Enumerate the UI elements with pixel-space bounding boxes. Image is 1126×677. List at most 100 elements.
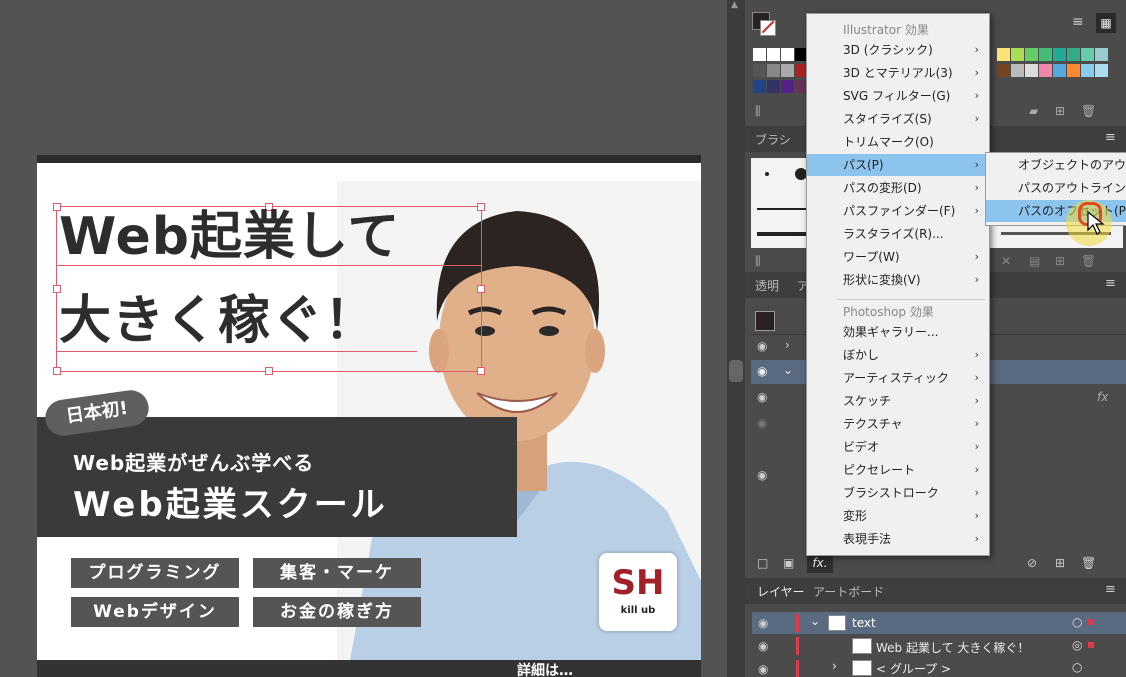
- add-fill-icon[interactable]: ▣: [783, 556, 794, 570]
- menu-item-illustrator-4[interactable]: トリムマーク(O): [807, 131, 989, 153]
- menu-item-illustrator-6[interactable]: パスの変形(D) ›: [807, 177, 989, 199]
- layer-row-text-object[interactable]: ◉ Web 起業して 大きく稼ぐ！ ◎: [752, 635, 1126, 657]
- resize-handle[interactable]: [265, 367, 273, 375]
- submenu-arrow-icon: ›: [974, 158, 979, 171]
- layer-row-group[interactable]: ◉ › < グループ > ○: [752, 658, 1126, 677]
- photoshop-effects-header: Photoshop 効果: [843, 305, 934, 319]
- submenu-arrow-icon: ›: [974, 509, 979, 522]
- menu-item-photoshop-7[interactable]: ブラシストローク ›: [807, 482, 989, 504]
- fill-stroke-indicator[interactable]: [752, 12, 776, 36]
- menu-item-photoshop-4[interactable]: テクスチャ ›: [807, 413, 989, 435]
- layer-thumbnail: [828, 615, 846, 631]
- new-folder-icon[interactable]: ▰: [1029, 104, 1038, 118]
- tab-transparency[interactable]: 透明: [755, 277, 779, 294]
- brush-library-icon[interactable]: ⫼: [755, 254, 761, 269]
- menu-item-illustrator-7[interactable]: パスファインダー(F) ›: [807, 200, 989, 222]
- grid-view-icon[interactable]: ▦: [1096, 13, 1116, 33]
- brush-options-icon[interactable]: ▤: [1029, 254, 1040, 268]
- chevron-down-icon[interactable]: ⌄: [810, 614, 820, 628]
- eye-icon[interactable]: ◉: [757, 390, 767, 404]
- eye-icon[interactable]: ◉: [757, 468, 767, 482]
- resize-handle[interactable]: [477, 203, 485, 211]
- menu-item-outline-object[interactable]: オブジェクトのアウトライン: [986, 154, 1126, 176]
- menu-item-photoshop-1[interactable]: ぼかし ›: [807, 344, 989, 366]
- menu-item-label: パスファインダー(F): [843, 204, 956, 218]
- menu-item-photoshop-0[interactable]: 効果ギャラリー...: [807, 321, 989, 343]
- eye-icon[interactable]: ◉: [757, 364, 767, 378]
- menu-item-illustrator-10[interactable]: 形状に変換(V) ›: [807, 269, 989, 291]
- delete-brush-icon[interactable]: 🗑: [1081, 254, 1096, 268]
- sh-logo: SH kill ub: [599, 553, 677, 631]
- panel-collapse-handle[interactable]: [729, 360, 743, 382]
- chevron-right-icon[interactable]: ›: [832, 659, 837, 673]
- target-circle-icon[interactable]: ○: [1072, 660, 1082, 674]
- resize-handle[interactable]: [53, 367, 61, 375]
- menu-item-photoshop-9[interactable]: 表現手法 ›: [807, 528, 989, 550]
- panel-menu-icon[interactable]: ≡: [1105, 276, 1116, 291]
- panel-menu-icon[interactable]: ≡: [1105, 130, 1116, 145]
- menu-item-illustrator-2[interactable]: SVG フィルター(G) ›: [807, 85, 989, 107]
- delete-swatch-icon[interactable]: 🗑: [1081, 104, 1096, 118]
- menu-item-photoshop-6[interactable]: ピクセレート ›: [807, 459, 989, 481]
- eye-icon[interactable]: ◉: [758, 639, 768, 653]
- new-brush-icon[interactable]: ⊞: [1055, 254, 1065, 268]
- artboard[interactable]: Web起業して 大きく稼ぐ！ Web起業がぜんぶ学べる Web起業スクール 日本…: [37, 155, 701, 677]
- menu-item-label: 変形: [843, 509, 868, 523]
- target-circle-icon[interactable]: ○: [1072, 615, 1082, 629]
- scroll-up-arrow[interactable]: ▲: [731, 0, 741, 10]
- layer-row-text[interactable]: ◉ ⌄ text ○: [752, 612, 1126, 634]
- menu-item-outline-stroke[interactable]: パスのアウトライン(S): [986, 177, 1126, 199]
- tab-brush[interactable]: ブラシ: [755, 131, 791, 148]
- eye-icon[interactable]: ◉: [758, 662, 768, 676]
- add-stroke-icon[interactable]: □: [757, 556, 768, 570]
- submenu-arrow-icon: ›: [974, 273, 979, 286]
- chevron-right-icon[interactable]: ›: [785, 338, 790, 352]
- selection-square[interactable]: [1088, 619, 1094, 625]
- layers-panel-header: レイヤー アートボード ≡: [745, 578, 1126, 604]
- headline-line-1[interactable]: Web起業して: [59, 211, 400, 263]
- menu-item-photoshop-3[interactable]: スケッチ ›: [807, 390, 989, 412]
- submenu-arrow-icon: ›: [974, 204, 979, 217]
- menu-item-label: ラスタライズ(R)...: [843, 227, 944, 241]
- panel-divider[interactable]: ▲: [727, 0, 745, 677]
- menu-item-photoshop-2[interactable]: アーティスティック ›: [807, 367, 989, 389]
- logo-letters: SH: [611, 563, 665, 603]
- menu-item-illustrator-5[interactable]: パス(P) ›: [807, 154, 989, 176]
- list-view-icon[interactable]: ≡: [1072, 14, 1090, 32]
- new-swatch-icon[interactable]: ⊞: [1055, 104, 1065, 118]
- document-canvas[interactable]: Web起業して 大きく稼ぐ！ Web起業がぜんぶ学べる Web起業スクール 日本…: [0, 0, 727, 677]
- eye-icon[interactable]: ◉: [758, 616, 768, 630]
- layer-name[interactable]: Web 起業して 大きく稼ぐ！: [876, 639, 1029, 656]
- remove-stroke-icon[interactable]: ✕: [1001, 254, 1011, 268]
- menu-item-illustrator-8[interactable]: ラスタライズ(R)...: [807, 223, 989, 245]
- eye-icon[interactable]: ◉: [757, 339, 767, 353]
- tag-chip: お金の稼ぎ方: [253, 597, 421, 627]
- layer-name[interactable]: < グループ >: [876, 660, 951, 677]
- headline-line-2[interactable]: 大きく稼ぐ！: [59, 295, 377, 347]
- menu-item-illustrator-9[interactable]: ワープ(W) ›: [807, 246, 989, 268]
- duplicate-item-icon[interactable]: ⊞: [1055, 556, 1065, 570]
- menu-item-photoshop-8[interactable]: 変形 ›: [807, 505, 989, 527]
- delete-item-icon[interactable]: 🗑: [1081, 556, 1096, 570]
- menu-item-label: ぼかし: [843, 348, 880, 362]
- swatch-library-icon[interactable]: ⫼: [755, 104, 761, 119]
- eye-icon[interactable]: ◉: [757, 416, 767, 430]
- menu-item-illustrator-0[interactable]: 3D (クラシック) ›: [807, 39, 989, 61]
- panel-menu-icon[interactable]: ≡: [1105, 582, 1116, 597]
- menu-item-label: 3D とマテリアル(3): [843, 66, 953, 80]
- chevron-down-icon[interactable]: ⌄: [783, 363, 793, 377]
- resize-handle[interactable]: [477, 367, 485, 375]
- menu-item-illustrator-3[interactable]: スタイライズ(S) ›: [807, 108, 989, 130]
- tab-artboards[interactable]: アートボード: [813, 583, 884, 600]
- menu-item-label: ブラシストローク: [843, 486, 939, 500]
- tab-layers[interactable]: レイヤー: [757, 583, 805, 600]
- target-circle-icon[interactable]: ◎: [1072, 638, 1082, 652]
- menu-item-illustrator-1[interactable]: 3D とマテリアル(3) ›: [807, 62, 989, 84]
- menu-item-label: スタイライズ(S): [843, 112, 932, 126]
- menu-item-photoshop-5[interactable]: ビデオ ›: [807, 436, 989, 458]
- clear-appearance-icon[interactable]: ⊘: [1027, 556, 1037, 570]
- layer-name[interactable]: text: [852, 616, 876, 630]
- resize-handle[interactable]: [477, 285, 485, 293]
- add-effect-button[interactable]: fx.: [807, 553, 833, 573]
- selection-square[interactable]: [1088, 642, 1094, 648]
